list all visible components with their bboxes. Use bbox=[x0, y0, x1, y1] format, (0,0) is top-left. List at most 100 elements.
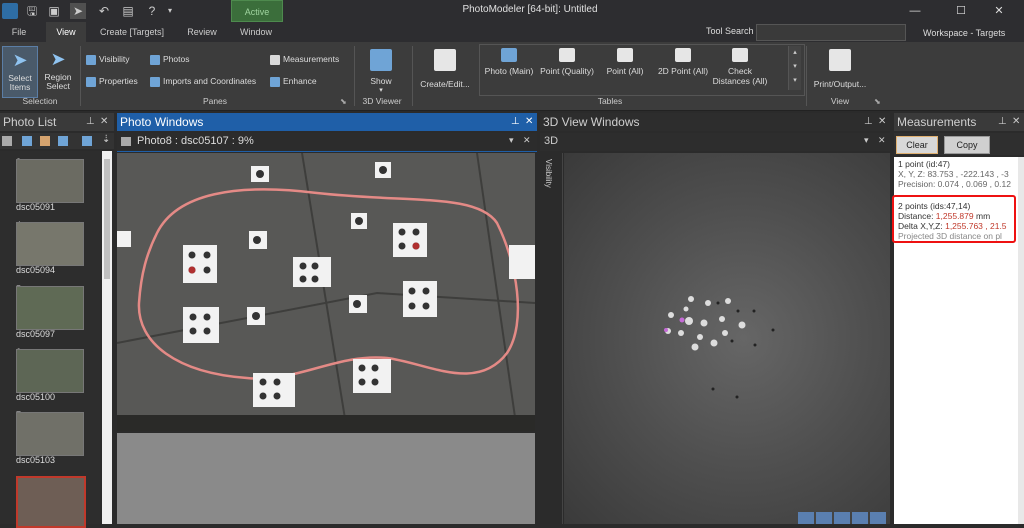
close-pane-icon[interactable]: ✕ bbox=[525, 113, 533, 131]
3d-view-header: 3D View Windows ⊥ ✕ bbox=[540, 113, 890, 131]
measurements-output: 1 point (id:47) X, Y, Z: 83.753 , -222.1… bbox=[892, 157, 1018, 524]
rotate-icon[interactable] bbox=[852, 512, 868, 524]
region-cursor-icon: ➤ bbox=[50, 49, 66, 69]
photo-thumbnail[interactable] bbox=[16, 286, 84, 330]
fit-view-icon[interactable] bbox=[870, 512, 886, 524]
region-select-label: Region Select bbox=[44, 72, 72, 91]
orbit-icon[interactable] bbox=[798, 512, 814, 524]
3d-viewport[interactable] bbox=[564, 153, 890, 524]
table-2d-point-all[interactable]: 2D Point (All) bbox=[653, 48, 713, 76]
table-point-quality[interactable]: Point (Quality) bbox=[537, 48, 597, 76]
photo-thumbnail[interactable] bbox=[16, 349, 84, 393]
table-photo-main[interactable]: Photo (Main) bbox=[481, 48, 537, 76]
panes-launcher-icon[interactable]: ⬊ bbox=[340, 97, 347, 106]
workspace-dropdown[interactable]: Workspace - Targets bbox=[923, 28, 1005, 38]
pin-icon[interactable]: ⊥ bbox=[998, 113, 1007, 131]
measurements-scrollbar[interactable] bbox=[1018, 157, 1024, 524]
add-photo-icon[interactable] bbox=[82, 136, 92, 146]
thumbnail-view-icon[interactable] bbox=[22, 136, 32, 146]
close-pane-icon[interactable]: ✕ bbox=[878, 113, 886, 131]
tool-search-input[interactable] bbox=[756, 24, 906, 41]
table-point-all[interactable]: Point (All) bbox=[599, 48, 651, 76]
print-output-button[interactable]: Print/Output... bbox=[810, 46, 870, 96]
photo-thumbnail[interactable] bbox=[16, 159, 84, 203]
pointer-icon[interactable]: ➤ bbox=[70, 3, 86, 19]
divider bbox=[806, 46, 807, 106]
list-view-icon[interactable] bbox=[2, 136, 12, 146]
select-items-label: Select Items bbox=[8, 73, 32, 92]
undo-icon[interactable]: ↶ bbox=[96, 3, 112, 19]
tab-view[interactable]: View bbox=[46, 22, 86, 42]
create-edit-button[interactable]: Create/Edit... bbox=[416, 46, 474, 96]
measurements-header: Measurements ⊥ ✕ bbox=[894, 113, 1024, 131]
photo-name: dsc05097 bbox=[16, 329, 56, 339]
photo-thumbnail[interactable] bbox=[16, 222, 84, 266]
help-icon[interactable]: ? bbox=[144, 3, 160, 19]
zoom-icon[interactable] bbox=[834, 512, 850, 524]
tab-file[interactable]: File bbox=[4, 22, 34, 42]
photo-thumbnail-selected[interactable] bbox=[16, 476, 86, 528]
window-icon[interactable]: ▤ bbox=[120, 3, 136, 19]
photo-name: dsc05091 bbox=[16, 202, 56, 212]
table-icon bbox=[501, 48, 517, 62]
select-items-button[interactable]: ➤ Select Items bbox=[2, 46, 38, 98]
pin-icon[interactable]: ⊥ bbox=[86, 113, 95, 131]
create-edit-label: Create/Edit... bbox=[420, 79, 470, 89]
photos-label: Photos bbox=[163, 54, 190, 64]
region-select-button[interactable]: ➤ Region Select bbox=[40, 46, 76, 96]
photos-button[interactable]: Photos bbox=[150, 52, 189, 66]
expand-icon[interactable]: ⇣ bbox=[102, 134, 110, 145]
minimize-icon[interactable]: — bbox=[900, 2, 930, 20]
sort-icon[interactable] bbox=[58, 136, 68, 146]
3d-viewer-icon bbox=[370, 49, 392, 71]
photo-windows-pane: Photo Windows ⊥ ✕ Photo8 : dsc05107 : 9%… bbox=[117, 113, 537, 524]
scroll-thumb[interactable] bbox=[104, 159, 110, 279]
filter-icon[interactable] bbox=[40, 136, 50, 146]
properties-button[interactable]: Properties bbox=[86, 74, 138, 88]
table-point-all-label: Point (All) bbox=[606, 66, 644, 76]
copy-button[interactable]: Copy bbox=[944, 136, 990, 154]
gallery-scroll-icon[interactable]: ▴ ▾ ▾ bbox=[788, 46, 801, 90]
view-launcher-icon[interactable]: ⬊ bbox=[874, 97, 881, 106]
close-pane-icon[interactable]: ✕ bbox=[1012, 113, 1020, 131]
dropdown-icon[interactable]: ▾ bbox=[162, 3, 178, 19]
tab-window[interactable]: Window bbox=[232, 22, 280, 42]
photo-name: dsc05103 bbox=[16, 455, 56, 465]
active-context-tab[interactable]: Active bbox=[231, 0, 283, 22]
pin-icon[interactable]: ⊥ bbox=[864, 113, 873, 131]
tab-dropdown-icon[interactable]: ▾ bbox=[509, 135, 514, 146]
table-check-distances[interactable]: Check Distances (All) bbox=[712, 48, 768, 86]
photo-thumbnail[interactable] bbox=[16, 412, 84, 456]
photo-list-header: Photo List ⊥ ✕ bbox=[0, 113, 114, 131]
photo-viewport[interactable] bbox=[117, 153, 535, 431]
visibility-button[interactable]: Visibility bbox=[86, 52, 130, 66]
imports-coordinates-button[interactable]: Imports and Coordinates bbox=[150, 74, 256, 88]
save-icon[interactable]: 🖫 bbox=[24, 3, 40, 19]
enhance-button[interactable]: Enhance bbox=[270, 74, 317, 88]
photo-tab[interactable]: Photo8 : dsc05107 : 9% bbox=[137, 135, 254, 147]
photo-list-toolbar: ⇣ bbox=[0, 133, 114, 149]
3d-nav-toolbar bbox=[798, 512, 890, 524]
clear-button[interactable]: Clear bbox=[896, 136, 938, 154]
tab-dropdown-icon[interactable]: ▾ bbox=[864, 135, 869, 146]
show-3d-button[interactable]: Show ▾ bbox=[362, 46, 400, 96]
enhance-icon bbox=[270, 76, 280, 87]
close-tab-icon[interactable]: ✕ bbox=[523, 135, 531, 146]
close-tab-icon[interactable]: ✕ bbox=[878, 135, 886, 146]
pin-icon[interactable]: ⊥ bbox=[511, 113, 520, 131]
3d-tab[interactable]: 3D bbox=[544, 135, 558, 147]
tab-create[interactable]: Create [Targets] bbox=[92, 22, 172, 42]
measurements-button[interactable]: Measurements bbox=[270, 52, 339, 66]
visibility-side-tab[interactable]: Visibility bbox=[540, 153, 563, 524]
close-icon[interactable]: ✕ bbox=[984, 2, 1014, 20]
photos-icon bbox=[150, 54, 160, 65]
measure-1-precision: Precision: 0.074 , 0.069 , 0.12 bbox=[898, 179, 1011, 189]
maximize-icon[interactable]: ☐ bbox=[946, 2, 976, 20]
photo-list-scrollbar[interactable] bbox=[102, 151, 112, 524]
pan-icon[interactable] bbox=[816, 512, 832, 524]
table-point-quality-label: Point (Quality) bbox=[540, 66, 594, 76]
photo-tab-bar: Photo8 : dsc05107 : 9% ▾ ✕ bbox=[117, 133, 537, 152]
tab-review[interactable]: Review bbox=[180, 22, 224, 42]
close-pane-icon[interactable]: ✕ bbox=[100, 113, 108, 131]
open-photos-icon[interactable]: ▣ bbox=[46, 3, 62, 19]
